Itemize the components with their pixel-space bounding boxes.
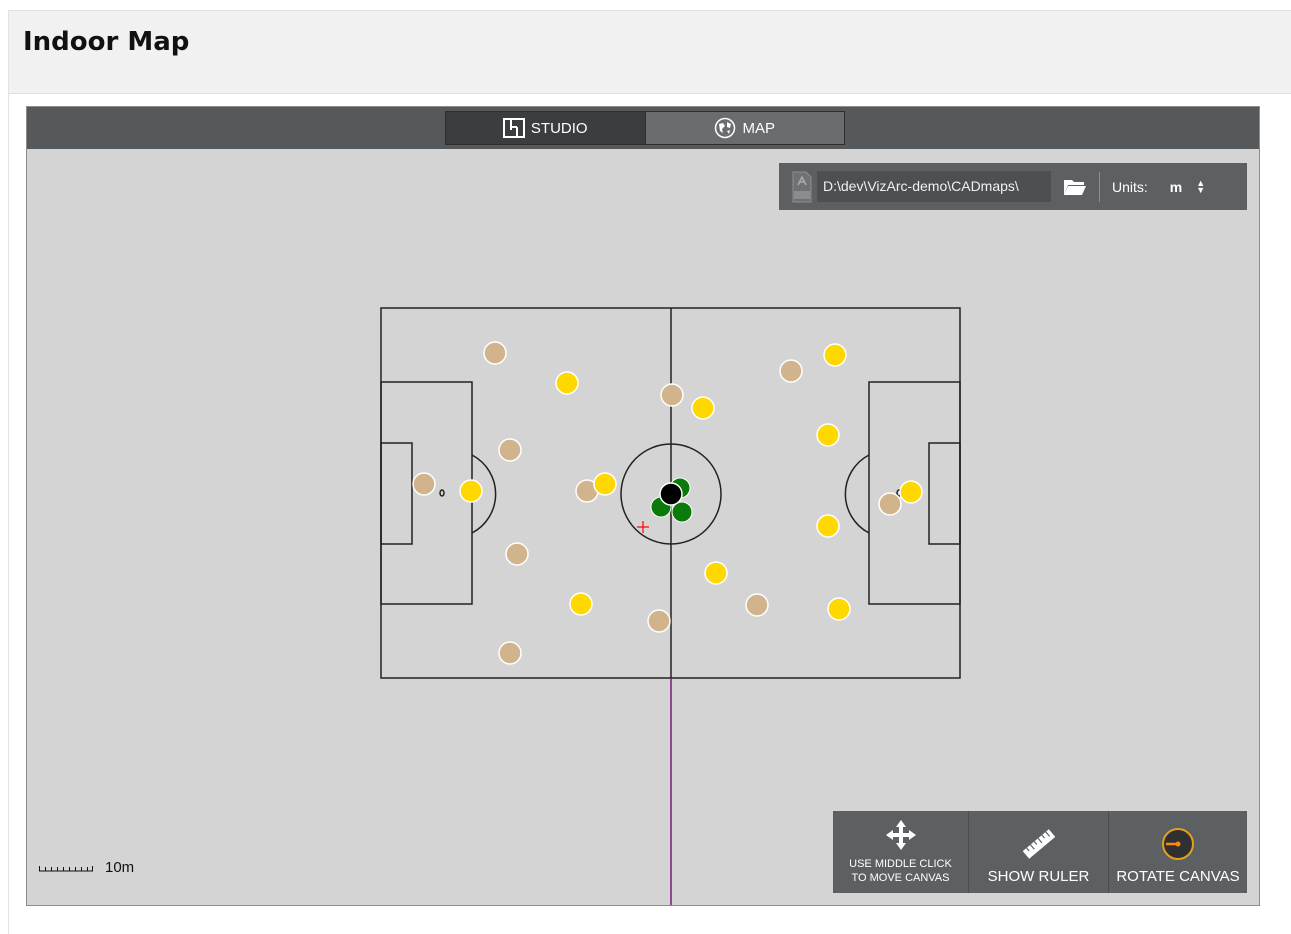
player-yellow[interactable] [459, 479, 483, 503]
player-tan[interactable] [779, 359, 803, 383]
scale-ruler-icon [39, 865, 93, 871]
player-tan[interactable] [660, 383, 684, 407]
right-goal-box [928, 442, 961, 545]
show-ruler-button[interactable]: SHOW RULER [969, 811, 1109, 893]
move-canvas-line2: TO MOVE CANVAS [851, 872, 950, 884]
rotate-dial-icon [1162, 828, 1194, 860]
player-tan[interactable] [498, 641, 522, 665]
rotate-canvas-button[interactable]: ROTATE CANVAS [1109, 811, 1247, 893]
yellow-team-players [459, 343, 923, 621]
right-penalty-arc [844, 454, 870, 534]
player-yellow[interactable] [704, 561, 728, 585]
page-title: Indoor Map [23, 27, 190, 57]
view-tabs: STUDIO MAP [445, 111, 845, 145]
scale-label: 10m [105, 859, 135, 876]
player-yellow[interactable] [823, 343, 847, 367]
rotate-canvas-label: ROTATE CANVAS [1116, 868, 1240, 885]
player-yellow[interactable] [569, 592, 593, 616]
player-tan[interactable] [483, 341, 507, 365]
move-canvas-line1: USE MIDDLE CLICK [849, 858, 952, 870]
player-tan[interactable] [412, 472, 436, 496]
page-header: Indoor Map [9, 11, 1291, 94]
canvas-tools: USE MIDDLE CLICK TO MOVE CANVAS SHOW RUL… [833, 811, 1247, 893]
tab-studio-label: STUDIO [530, 119, 588, 137]
player-yellow[interactable] [555, 371, 579, 395]
tab-map[interactable]: MAP [645, 112, 844, 144]
player-yellow[interactable] [816, 514, 840, 538]
ball[interactable] [659, 482, 683, 506]
player-yellow[interactable] [816, 423, 840, 447]
move-canvas-button[interactable]: USE MIDDLE CLICK TO MOVE CANVAS [833, 811, 969, 893]
map-canvas[interactable] [27, 149, 1259, 905]
player-yellow[interactable] [899, 480, 923, 504]
globe-icon [715, 117, 736, 139]
ruler-icon [1022, 829, 1055, 859]
move-arrows-icon [885, 820, 916, 850]
scale-bar: 10m [39, 859, 134, 876]
view-toolbar: STUDIO MAP [27, 107, 1259, 149]
player-yellow[interactable] [593, 472, 617, 496]
player-yellow[interactable] [827, 597, 851, 621]
player-tan[interactable] [498, 438, 522, 462]
indoor-map-panel: STUDIO MAP D:\dev\VizArc-demo\CADmaps\ U… [26, 106, 1260, 906]
show-ruler-label: SHOW RULER [987, 868, 1090, 885]
left-goal-box [380, 442, 413, 545]
player-yellow[interactable] [691, 396, 715, 420]
player-tan[interactable] [505, 542, 529, 566]
floorplan-icon [502, 118, 525, 138]
tab-map-label: MAP [742, 119, 775, 137]
tab-studio[interactable]: STUDIO [446, 112, 646, 144]
player-tan[interactable] [745, 593, 769, 617]
marker-cross-icon [637, 521, 649, 533]
left-penalty-spot [439, 489, 445, 497]
player-tan[interactable] [647, 609, 671, 633]
player-tan[interactable] [878, 492, 902, 516]
